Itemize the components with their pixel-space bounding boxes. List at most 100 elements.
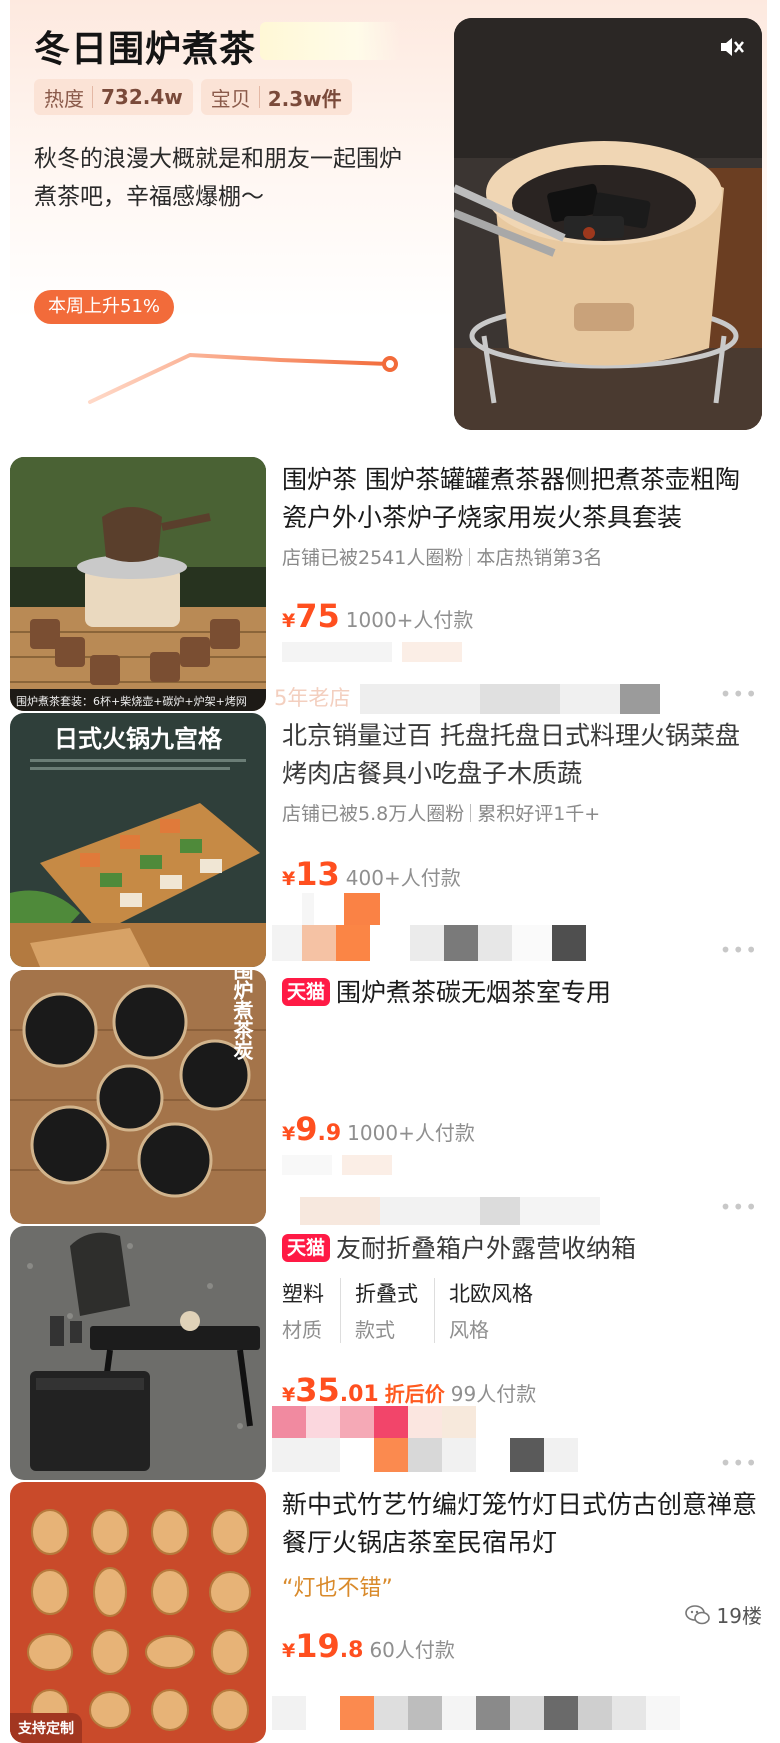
product-slogan: “灯也不错” bbox=[282, 1576, 393, 1601]
charcoal-image: 围炉煮茶炭 bbox=[10, 970, 266, 1224]
blurred-shop-row bbox=[272, 925, 632, 961]
topic-hero-card[interactable]: 冬日围炉煮茶 热度 732.4w 宝贝 2.3w件 秋冬的浪漫大概就是和朋友一起… bbox=[10, 0, 767, 455]
product-image[interactable]: 支持定制 bbox=[10, 1482, 266, 1743]
shop-info: 店铺已被2541人圈粉 本店热销第3名 bbox=[282, 543, 762, 570]
blurred-tags bbox=[272, 893, 382, 925]
price-row: ¥19.8 60人付款 bbox=[282, 1627, 455, 1665]
tea-set-image: 围炉煮茶套装：6杯+柴烧壶+碳炉+炉架+烤网 bbox=[10, 457, 266, 711]
product-info: 天猫 围炉煮茶碳无烟茶室专用 bbox=[282, 974, 762, 1012]
product-card[interactable]: 支持定制 新中式竹艺竹编灯笼竹灯日式仿古创意禅意餐厅火锅店茶室民宿吊灯 “灯也不… bbox=[10, 1482, 770, 1743]
shop-rating: 累积好评1千+ bbox=[477, 803, 601, 825]
price: ¥75 bbox=[282, 597, 340, 635]
attribute-key: 风格 bbox=[449, 1318, 489, 1342]
more-options-icon[interactable]: ••• bbox=[720, 1195, 758, 1219]
product-info: 围炉茶 围炉茶罐罐煮茶器侧把煮茶壶粗陶瓷户外小茶炉子烧家用炭火茶具套装 店铺已被… bbox=[282, 461, 762, 570]
product-title[interactable]: 围炉茶 围炉茶罐罐煮茶器侧把煮茶壶粗陶瓷户外小茶炉子烧家用炭火茶具套装 bbox=[282, 461, 762, 537]
price: ¥13 bbox=[282, 855, 340, 893]
items-stat: 宝贝 2.3w件 bbox=[200, 79, 352, 115]
price-integer: 19 bbox=[295, 1627, 340, 1665]
tmall-badge: 天猫 bbox=[282, 978, 331, 1006]
blurred-shop-row bbox=[300, 1197, 630, 1225]
camping-box-image bbox=[10, 1226, 266, 1480]
divider bbox=[92, 86, 93, 108]
sales-count: 1000+人付款 bbox=[347, 1121, 475, 1145]
product-title[interactable]: 天猫 友耐折叠箱户外露营收纳箱 bbox=[282, 1230, 762, 1268]
currency-symbol: ¥ bbox=[282, 868, 296, 890]
divider bbox=[470, 804, 472, 822]
product-info: 北京销量过百 托盘托盘日式料理火锅菜盘烤肉店餐具小吃盘子木质蔬 店铺已被5.8万… bbox=[282, 717, 762, 826]
product-title[interactable]: 北京销量过百 托盘托盘日式料理火锅菜盘烤肉店餐具小吃盘子木质蔬 bbox=[282, 717, 762, 793]
divider bbox=[258, 86, 260, 108]
attribute-key: 款式 bbox=[355, 1318, 395, 1342]
custom-badge: 支持定制 bbox=[10, 1713, 82, 1743]
product-card[interactable]: 围炉煮茶套装：6杯+柴烧壶+碳炉+炉架+烤网 围炉茶 围炉茶罐罐煮茶器侧把煮茶壶… bbox=[10, 457, 770, 714]
source-watermark: 19楼 bbox=[684, 1600, 762, 1629]
trend-badge: 本周上升51% bbox=[34, 290, 175, 324]
blurred-tags bbox=[272, 1696, 762, 1730]
product-title-text: 友耐折叠箱户外露营收纳箱 bbox=[336, 1234, 637, 1263]
divider bbox=[469, 548, 471, 566]
price-row: ¥9.9 1000+人付款 bbox=[282, 1110, 475, 1148]
more-options-icon[interactable]: ••• bbox=[720, 682, 758, 706]
currency-symbol: ¥ bbox=[282, 1640, 296, 1662]
attribute-key: 材质 bbox=[282, 1318, 322, 1342]
price-integer: 9 bbox=[295, 1110, 318, 1148]
attribute-value: 折叠式 bbox=[355, 1282, 418, 1306]
topic-stats: 热度 732.4w 宝贝 2.3w件 bbox=[34, 79, 352, 115]
sales-count: 400+人付款 bbox=[345, 866, 461, 890]
mute-icon[interactable] bbox=[716, 32, 746, 62]
shop-fans: 店铺已被5.8万人圈粉 bbox=[282, 803, 465, 825]
product-attributes: 塑料 材质 折叠式 款式 北欧风格 风格 bbox=[282, 1278, 762, 1343]
shop-info: 店铺已被5.8万人圈粉 累积好评1千+ bbox=[282, 799, 762, 826]
shop-fans: 店铺已被2541人圈粉 bbox=[282, 547, 464, 569]
price-row: ¥35.01 折后价 99人付款 bbox=[282, 1371, 536, 1409]
price-integer: 35 bbox=[295, 1371, 340, 1409]
blurred-tags bbox=[282, 642, 512, 662]
price-integer: 75 bbox=[295, 597, 340, 635]
product-card[interactable]: 天猫 友耐折叠箱户外露营收纳箱 塑料 材质 折叠式 款式 北欧风格 风格 ¥35.… bbox=[10, 1226, 770, 1482]
topic-video[interactable] bbox=[454, 18, 762, 430]
attribute-value: 北欧风格 bbox=[449, 1282, 533, 1306]
tea-stove-illustration bbox=[454, 18, 762, 430]
price: ¥9.9 bbox=[282, 1110, 341, 1148]
tmall-badge: 天猫 bbox=[282, 1234, 331, 1262]
items-label: 宝贝 bbox=[210, 86, 251, 111]
title-blur-mask bbox=[260, 22, 400, 60]
product-image[interactable] bbox=[10, 1226, 266, 1480]
blurred-tags bbox=[272, 1406, 572, 1438]
heat-label: 热度 bbox=[44, 86, 84, 111]
heat-stat: 热度 732.4w bbox=[34, 79, 193, 115]
currency-symbol: ¥ bbox=[282, 610, 296, 632]
watermark-text: 19楼 bbox=[716, 1604, 762, 1628]
product-image[interactable]: 围炉煮茶套装：6杯+柴烧壶+碳炉+炉架+烤网 bbox=[10, 457, 266, 711]
product-title-text: 围炉煮茶碳无烟茶室专用 bbox=[336, 978, 612, 1007]
price-decimal: .9 bbox=[317, 1121, 342, 1146]
wechat-icon bbox=[684, 1604, 710, 1624]
sales-count: 1000+人付款 bbox=[345, 608, 474, 632]
product-title[interactable]: 天猫 围炉煮茶碳无烟茶室专用 bbox=[282, 974, 762, 1012]
blurred-shop-row bbox=[360, 684, 660, 714]
product-card[interactable]: 围炉煮茶炭 天猫 围炉煮茶碳无烟茶室专用 ¥9.9 1000+人付款 ••• bbox=[10, 970, 770, 1226]
trend-line-chart bbox=[88, 353, 398, 404]
product-image[interactable]: 日式火锅九宫格 bbox=[10, 713, 266, 967]
topic-title: 冬日围炉煮茶 bbox=[34, 29, 257, 70]
currency-symbol: ¥ bbox=[282, 1384, 296, 1406]
price-integer: 13 bbox=[295, 855, 340, 893]
shop-rank: 本店热销第3名 bbox=[476, 547, 603, 569]
price-decimal: .8 bbox=[339, 1638, 364, 1663]
price-row: ¥75 1000+人付款 bbox=[282, 597, 473, 635]
more-options-icon[interactable]: ••• bbox=[720, 1451, 758, 1475]
product-title[interactable]: 新中式竹艺竹编灯笼竹灯日式仿古创意禅意餐厅火锅店茶室民宿吊灯 bbox=[282, 1486, 762, 1562]
product-image[interactable]: 围炉煮茶炭 bbox=[10, 970, 266, 1224]
discount-label: 折后价 bbox=[384, 1382, 445, 1406]
shop-age-tag: 5年老店 bbox=[274, 686, 351, 710]
more-options-icon[interactable]: ••• bbox=[720, 938, 758, 962]
sales-count: 60人付款 bbox=[369, 1638, 455, 1662]
product-card[interactable]: 日式火锅九宫格 北京销量过百 托盘托盘日式料理火锅菜盘烤肉店餐具小吃盘子木质蔬 … bbox=[10, 713, 770, 969]
price-decimal: .01 bbox=[339, 1382, 379, 1407]
product-info: 天猫 友耐折叠箱户外露营收纳箱 塑料 材质 折叠式 款式 北欧风格 风格 bbox=[282, 1230, 762, 1343]
blurred-shop-row bbox=[272, 1438, 632, 1472]
items-value: 2.3w件 bbox=[267, 86, 342, 111]
attribute-design: 北欧风格 风格 bbox=[449, 1278, 549, 1343]
blurred-tags bbox=[282, 1155, 402, 1175]
